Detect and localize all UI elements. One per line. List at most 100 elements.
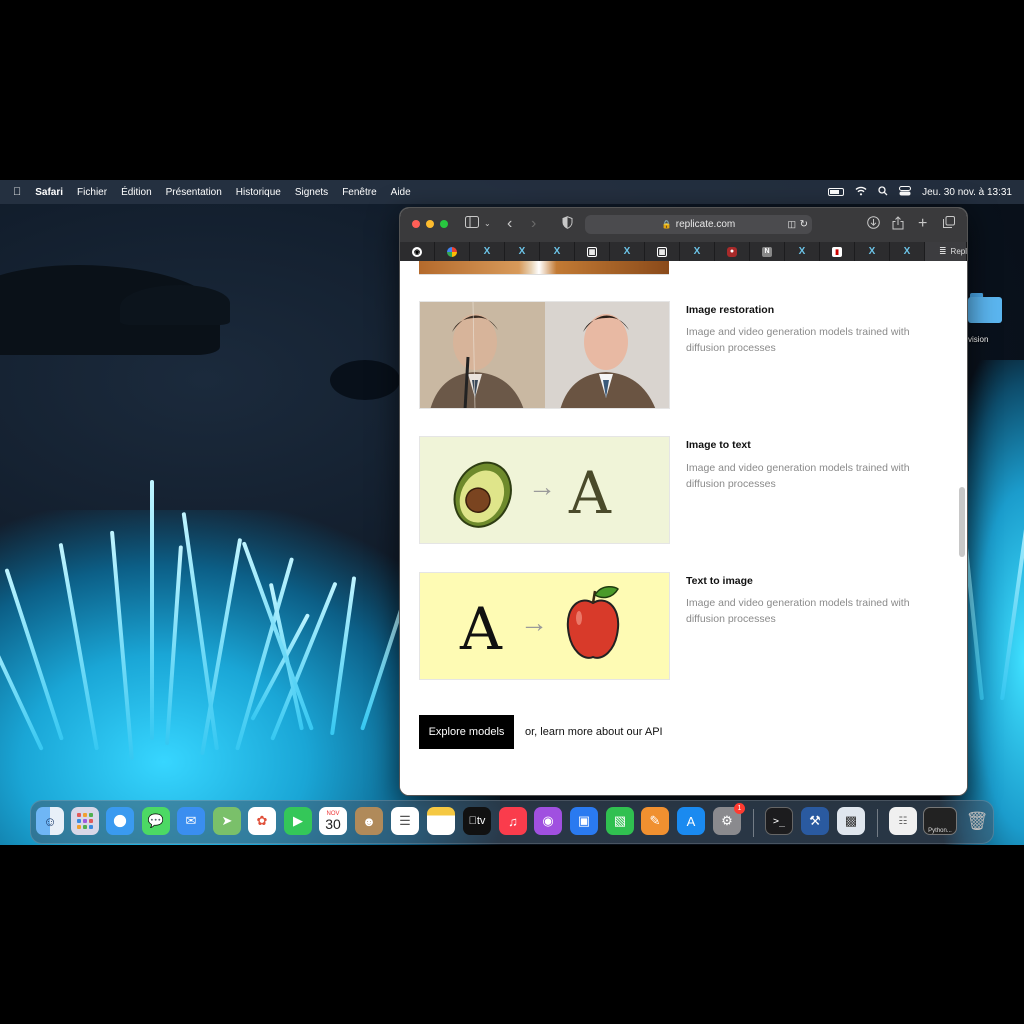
item-title-text-to-image[interactable]: Text to image <box>686 575 753 587</box>
calendar-icon[interactable]: NOV 30 <box>319 807 347 835</box>
api-link[interactable]: or, learn more about our API <box>525 726 663 738</box>
zoom-window-button[interactable] <box>440 220 448 228</box>
url-text: replicate.com <box>675 219 736 230</box>
forward-button[interactable]: › <box>531 216 536 232</box>
chevron-down-icon[interactable]: ⌄ <box>484 216 491 232</box>
tab-record[interactable]: ● <box>715 242 750 261</box>
menu-fichier[interactable]: Fichier <box>77 187 107 198</box>
reload-icon[interactable]: ↻ <box>800 219 808 230</box>
tab-x-6[interactable]: X <box>785 242 820 261</box>
x-icon: X <box>798 246 806 257</box>
back-button[interactable]: ‹ <box>507 216 512 232</box>
wallpaper-rock <box>330 360 400 400</box>
item-title-image-restoration[interactable]: Image restoration <box>686 304 774 316</box>
launchpad-icon[interactable] <box>71 807 99 835</box>
browser-toolbar: ⌄ ‹ › 🔒 replicate.com ◫ ↻ + <box>400 208 967 242</box>
tab-x-3[interactable]: X <box>540 242 575 261</box>
maps-icon[interactable]: ➤ <box>213 807 241 835</box>
desktop-folder-icon[interactable] <box>968 293 1002 323</box>
photos-icon[interactable]: ✿ <box>248 807 276 835</box>
menu-edition[interactable]: Édition <box>121 187 152 198</box>
menu-aide[interactable]: Aide <box>391 187 411 198</box>
explore-models-button[interactable]: Explore models <box>419 715 514 749</box>
minimize-window-button[interactable] <box>426 220 434 228</box>
music-icon[interactable]: ♫ <box>499 807 527 835</box>
menu-clock[interactable]: Jeu. 30 nov. à 13:31 <box>922 187 1012 198</box>
terminal-icon[interactable]: >_ <box>765 807 793 835</box>
facetime-icon[interactable]: ▶ <box>284 807 312 835</box>
xcode-icon[interactable]: ⚒ <box>801 807 829 835</box>
tab-x-5[interactable]: X <box>680 242 715 261</box>
close-window-button[interactable] <box>412 220 420 228</box>
app-store-icon[interactable]: A <box>677 807 705 835</box>
preview-icon[interactable]: ▩ <box>837 807 865 835</box>
image-restoration-thumbnail[interactable] <box>419 301 670 409</box>
finder-icon[interactable]: ☺ <box>36 807 64 835</box>
menu-signets[interactable]: Signets <box>295 187 328 198</box>
red-square-icon: ▮ <box>832 246 842 257</box>
notion-icon: N <box>762 246 772 257</box>
wifi-icon[interactable] <box>855 186 867 199</box>
tab-x-7[interactable]: X <box>855 242 890 261</box>
image-to-text-thumbnail[interactable]: → A <box>419 436 670 544</box>
spotlight-search-icon[interactable] <box>878 185 888 199</box>
text-to-image-thumbnail[interactable]: A → <box>419 572 670 680</box>
x-icon: X <box>903 246 911 257</box>
github-icon: ◉ <box>412 246 422 257</box>
new-tab-button[interactable]: + <box>918 216 927 232</box>
contacts-icon[interactable]: ☻ <box>355 807 383 835</box>
apple-menu-icon[interactable]:  <box>13 186 21 198</box>
system-settings-icon[interactable]: ⚙ 1 <box>713 803 745 835</box>
share-icon[interactable] <box>892 216 904 234</box>
battery-icon[interactable] <box>828 188 845 196</box>
google-icon <box>447 246 457 257</box>
translate-icon[interactable]: ◫ <box>787 219 796 230</box>
menu-historique[interactable]: Historique <box>236 187 281 198</box>
tab-github[interactable]: ◉ <box>400 242 435 261</box>
menu-presentation[interactable]: Présentation <box>166 187 222 198</box>
previous-item-thumbnail <box>419 261 669 275</box>
appletv-label: tv <box>472 815 486 827</box>
tab-box-1[interactable]: ▦ <box>575 242 610 261</box>
appletv-icon[interactable]: tv <box>463 807 491 835</box>
control-center-icon[interactable] <box>899 185 912 199</box>
keynote-icon[interactable]: ▣ <box>570 807 598 835</box>
mail-icon[interactable]: ✉ <box>177 807 205 835</box>
pdf-document-icon[interactable]: ☷ <box>889 807 917 835</box>
tab-x-8[interactable]: X <box>890 242 925 261</box>
menu-fenetre[interactable]: Fenêtre <box>342 187 376 198</box>
downloads-icon[interactable] <box>867 216 880 233</box>
box-icon: ▦ <box>587 246 597 257</box>
tab-red[interactable]: ▮ <box>820 242 855 261</box>
tab-notion[interactable]: N <box>750 242 785 261</box>
reminders-icon[interactable]: ☰ <box>391 807 419 835</box>
desktop-folder-label[interactable]: vision <box>968 335 988 344</box>
tab-x-1[interactable]: X <box>470 242 505 261</box>
privacy-shield-icon[interactable] <box>562 216 573 233</box>
numbers-icon[interactable]: ▧ <box>606 807 634 835</box>
item-title-image-to-text[interactable]: Image to text <box>686 439 751 451</box>
pages-icon[interactable]: ✎ <box>641 807 669 835</box>
dock-separator <box>877 809 878 837</box>
python-window-thumbnail[interactable]: Python... <box>923 807 957 835</box>
tab-overview-icon[interactable] <box>943 216 955 232</box>
tab-x-4[interactable]: X <box>610 242 645 261</box>
messages-icon[interactable]: 💬 <box>142 807 170 835</box>
sidebar-toggle-icon[interactable] <box>465 216 479 232</box>
x-icon: X <box>553 246 561 257</box>
tab-box-2[interactable]: ▦ <box>645 242 680 261</box>
menu-app-name[interactable]: Safari <box>35 187 63 198</box>
notes-icon[interactable] <box>427 807 455 835</box>
trash-icon[interactable]: 🗑 <box>963 807 991 835</box>
tab-x-2[interactable]: X <box>505 242 540 261</box>
record-icon: ● <box>727 246 737 257</box>
tab-google[interactable] <box>435 242 470 261</box>
letter-a-glyph: A <box>569 459 611 527</box>
tab-replicate-active[interactable]: ≣ Replicat... <box>925 242 967 261</box>
vertical-scrollbar[interactable] <box>959 487 965 557</box>
x-icon: X <box>518 246 526 257</box>
python-label: Python... <box>928 828 952 834</box>
podcasts-icon[interactable]: ◉ <box>534 807 562 835</box>
address-bar[interactable]: 🔒 replicate.com ◫ ↻ <box>585 215 812 234</box>
safari-icon[interactable]: ➚ <box>106 807 134 835</box>
